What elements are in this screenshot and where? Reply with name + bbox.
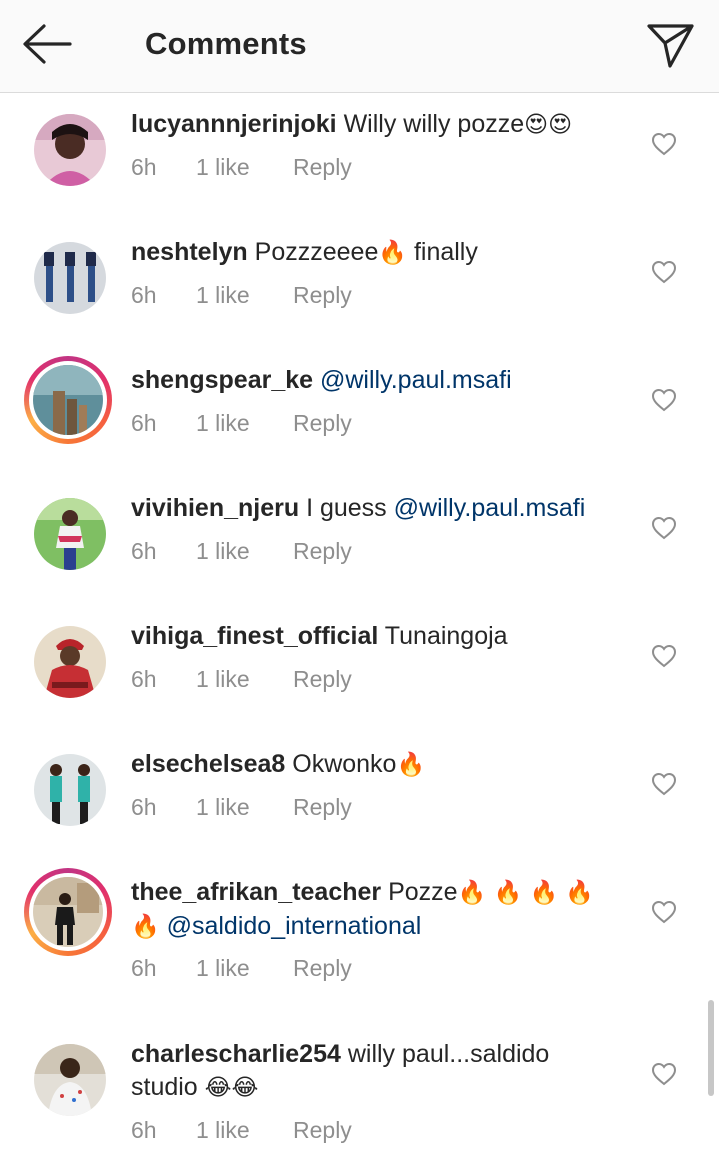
comment-text: charlescharlie254 willy paul...saldido s… xyxy=(131,1038,631,1105)
comment-body: Willy willy pozze xyxy=(343,110,525,138)
heart-icon[interactable] xyxy=(651,900,677,924)
heart-icon[interactable] xyxy=(651,132,677,156)
comment-likes[interactable]: 1 like xyxy=(196,410,250,437)
comment-text: shengspear_ke @willy.paul.msafi xyxy=(131,364,631,397)
comment-username[interactable]: lucyannnjerinjoki xyxy=(131,110,337,138)
comment-emoji: 😂😂 xyxy=(204,1075,259,1101)
comment-text: lucyannnjerinjoki Willy willy pozze😍😍 xyxy=(131,108,631,142)
comment-body-line2: studio xyxy=(131,1073,205,1101)
reply-button[interactable]: Reply xyxy=(293,666,352,693)
comment-text: vivihien_njeru I guess @willy.paul.msafi xyxy=(131,492,631,525)
comment-likes[interactable]: 1 like xyxy=(196,154,250,181)
reply-button[interactable]: Reply xyxy=(293,794,352,821)
reply-button[interactable]: Reply xyxy=(293,538,352,565)
back-button[interactable] xyxy=(20,22,74,66)
comment-body: Pozzzeeee xyxy=(254,238,379,266)
heart-icon[interactable] xyxy=(651,772,677,796)
comment-emoji: 🔥 xyxy=(378,240,407,266)
comment-text: elsechelsea8 Okwonko🔥 xyxy=(131,748,631,782)
avatar[interactable] xyxy=(24,356,112,444)
heart-icon[interactable] xyxy=(651,644,677,668)
comment-likes[interactable]: 1 like xyxy=(196,955,250,982)
comment-emoji: 😍😍 xyxy=(524,112,573,138)
comment-mention[interactable]: @saldido_international xyxy=(167,912,422,940)
reply-button[interactable]: Reply xyxy=(293,154,352,181)
comment-likes[interactable]: 1 like xyxy=(196,1117,250,1144)
comment-body: I guess xyxy=(306,494,394,522)
comment-body-after: finally xyxy=(407,238,478,266)
avatar[interactable] xyxy=(24,488,112,576)
paper-plane-icon xyxy=(647,24,694,68)
comment-emoji: 🔥 🔥 🔥 🔥 xyxy=(457,880,595,906)
comment-mention[interactable]: @willy.paul.msafi xyxy=(394,494,586,522)
comment-likes[interactable]: 1 like xyxy=(196,666,250,693)
arrow-left-icon xyxy=(23,24,72,64)
comment-time: 6h xyxy=(131,538,157,564)
comment-likes[interactable]: 1 like xyxy=(196,794,250,821)
comment-time: 6h xyxy=(131,282,157,308)
avatar[interactable] xyxy=(24,868,112,956)
comment-username[interactable]: thee_afrikan_teacher xyxy=(131,878,381,906)
comment-body: willy paul...saldido xyxy=(347,1040,550,1068)
comment-mention[interactable]: @willy.paul.msafi xyxy=(320,366,512,394)
heart-icon[interactable] xyxy=(651,516,677,540)
page-title: Comments xyxy=(145,26,307,61)
comment-username[interactable]: neshtelyn xyxy=(131,238,248,266)
comment-time: 6h xyxy=(131,410,157,436)
scrollbar[interactable] xyxy=(708,1000,714,1096)
comment-body: Pozze xyxy=(388,878,458,906)
comment-username[interactable]: vivihien_njeru xyxy=(131,494,299,522)
comment-emoji: 🔥 xyxy=(396,752,426,778)
comment-time: 6h xyxy=(131,666,157,692)
share-button[interactable] xyxy=(646,20,696,70)
avatar[interactable] xyxy=(24,232,112,320)
reply-button[interactable]: Reply xyxy=(293,282,352,309)
comment-username[interactable]: elsechelsea8 xyxy=(131,750,285,778)
reply-button[interactable]: Reply xyxy=(293,1117,352,1144)
comment-time: 6h xyxy=(131,1117,157,1143)
reply-button[interactable]: Reply xyxy=(293,410,352,437)
avatar[interactable] xyxy=(24,616,112,704)
heart-icon[interactable] xyxy=(651,260,677,284)
comment-text: vihiga_finest_official Tunaingoja xyxy=(131,620,631,653)
comment-time: 6h xyxy=(131,794,157,820)
heart-icon[interactable] xyxy=(651,388,677,412)
comment-likes[interactable]: 1 like xyxy=(196,282,250,309)
header-bar: Comments xyxy=(0,0,719,93)
comment-emoji: 🔥 xyxy=(131,914,160,940)
comment-time: 6h xyxy=(131,154,157,180)
reply-button[interactable]: Reply xyxy=(293,955,352,982)
comment-body: Okwonko xyxy=(292,750,397,778)
avatar[interactable] xyxy=(24,104,112,192)
avatar[interactable] xyxy=(24,744,112,832)
comment-username[interactable]: shengspear_ke xyxy=(131,366,313,394)
comment-username[interactable]: charlescharlie254 xyxy=(131,1040,341,1068)
comment-likes[interactable]: 1 like xyxy=(196,538,250,565)
comment-time: 6h xyxy=(131,955,157,981)
comment-body: Tunaingoja xyxy=(384,622,508,650)
comment-username[interactable]: vihiga_finest_official xyxy=(131,622,378,650)
comment-text: neshtelyn Pozzzeeee🔥 finally xyxy=(131,236,631,270)
comment-text: thee_afrikan_teacher Pozze🔥 🔥 🔥 🔥 🔥 @sal… xyxy=(131,876,631,944)
avatar[interactable] xyxy=(24,1034,112,1122)
heart-icon[interactable] xyxy=(651,1062,677,1086)
